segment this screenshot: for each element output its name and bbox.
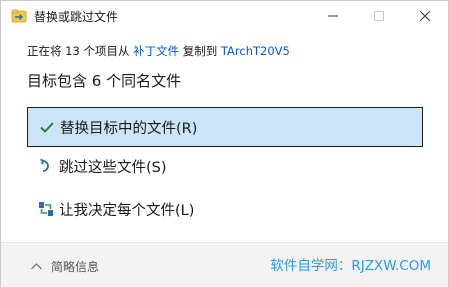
maximize-button	[356, 1, 402, 31]
progress-middle: 复制到	[179, 44, 221, 58]
skip-files-option[interactable]: 跳过这些文件(S)	[27, 146, 423, 186]
replace-or-skip-dialog: 替换或跳过文件 正在将 13 个项目从 补丁文件 复制到 TArchT20V5 …	[0, 0, 449, 287]
checkmark-icon	[38, 118, 56, 136]
watermark-text: 软件自学网：RJZXW.COM	[270, 258, 431, 274]
conflict-heading: 目标包含 6 个同名文件	[27, 72, 182, 90]
close-button[interactable]	[402, 1, 448, 31]
replace-files-option[interactable]: 替换目标中的文件(R)	[27, 107, 423, 147]
replace-files-label: 替换目标中的文件(R)	[60, 120, 198, 137]
skip-files-label: 跳过这些文件(S)	[59, 159, 167, 176]
chevron-up-icon	[31, 263, 42, 270]
dialog-footer: 简略信息 软件自学网：RJZXW.COM	[1, 242, 448, 287]
minimize-icon	[328, 15, 338, 17]
close-icon	[420, 11, 430, 21]
fewer-details-toggle[interactable]: 简略信息	[31, 258, 99, 275]
decide-each-option[interactable]: 让我决定每个文件(L)	[27, 189, 423, 229]
fewer-details-label: 简略信息	[51, 260, 100, 274]
window-title: 替换或跳过文件	[34, 10, 119, 24]
destination-folder-link[interactable]: TArchT20V5	[221, 44, 290, 58]
maximize-icon	[374, 11, 384, 21]
decide-each-icon	[37, 200, 55, 218]
title-bar: 替换或跳过文件	[1, 1, 448, 31]
minimize-button[interactable]	[310, 1, 356, 31]
skip-arrow-icon	[37, 157, 55, 175]
copy-progress-text: 正在将 13 个项目从 补丁文件 复制到 TArchT20V5	[27, 43, 290, 59]
progress-prefix: 正在将 13 个项目从	[27, 44, 134, 58]
folder-copy-icon	[11, 8, 27, 24]
decide-each-label: 让我决定每个文件(L)	[59, 202, 195, 219]
source-folder-link[interactable]: 补丁文件	[133, 44, 179, 58]
